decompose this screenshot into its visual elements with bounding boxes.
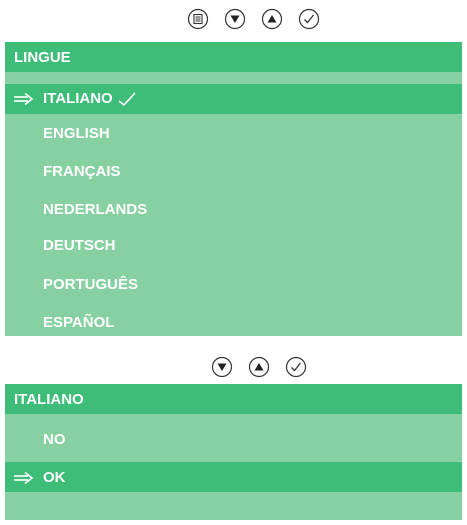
- top-button-bar: [187, 4, 335, 34]
- confirm-panel: ITALIANO NO OK: [5, 384, 462, 520]
- list-item-language[interactable]: FRANÇAIS: [43, 163, 121, 181]
- list-item-language[interactable]: DEUTSCH: [43, 237, 116, 255]
- menu-icon[interactable]: [187, 8, 209, 30]
- list-item-language[interactable]: ITALIANO: [43, 90, 137, 108]
- panel-title: ITALIANO: [5, 384, 462, 414]
- list-item-language[interactable]: PORTUGUÊS: [43, 276, 138, 294]
- selection-arrow-icon: [13, 92, 35, 106]
- down-arrow-icon[interactable]: [211, 356, 233, 378]
- confirm-icon[interactable]: [285, 356, 307, 378]
- check-icon: [117, 91, 137, 107]
- up-arrow-icon[interactable]: [248, 356, 270, 378]
- selected-row-highlight: [5, 462, 462, 492]
- confirm-icon[interactable]: [298, 8, 320, 30]
- option-ok[interactable]: OK: [43, 469, 66, 487]
- selection-arrow-icon: [13, 471, 35, 485]
- confirm-button-bar: [211, 352, 322, 382]
- up-arrow-icon[interactable]: [261, 8, 283, 30]
- list-item-language[interactable]: NEDERLANDS: [43, 201, 147, 219]
- option-no[interactable]: NO: [43, 431, 66, 449]
- list-item-language[interactable]: ESPAÑOL: [43, 314, 114, 332]
- language-panel: LINGUE ITALIANO ENGLISH FRANÇAIS NEDERLA…: [5, 42, 462, 336]
- down-arrow-icon[interactable]: [224, 8, 246, 30]
- panel-title: LINGUE: [5, 42, 462, 72]
- list-item-language[interactable]: ENGLISH: [43, 125, 110, 143]
